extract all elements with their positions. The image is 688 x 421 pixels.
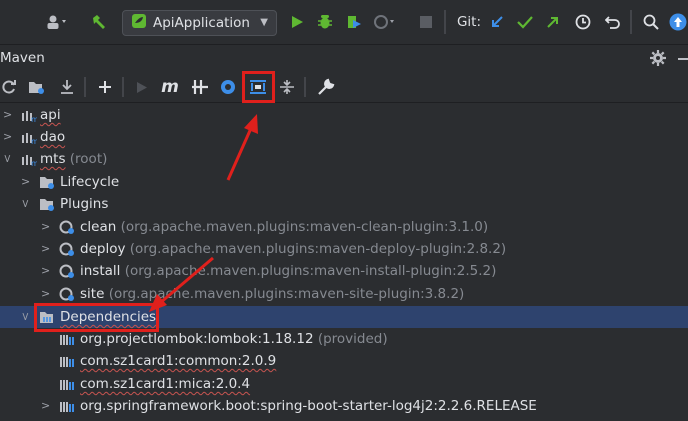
- annotation-arrow: [226, 114, 258, 181]
- annotation-arrow: [149, 256, 214, 312]
- annotation-arrows: [149, 114, 258, 312]
